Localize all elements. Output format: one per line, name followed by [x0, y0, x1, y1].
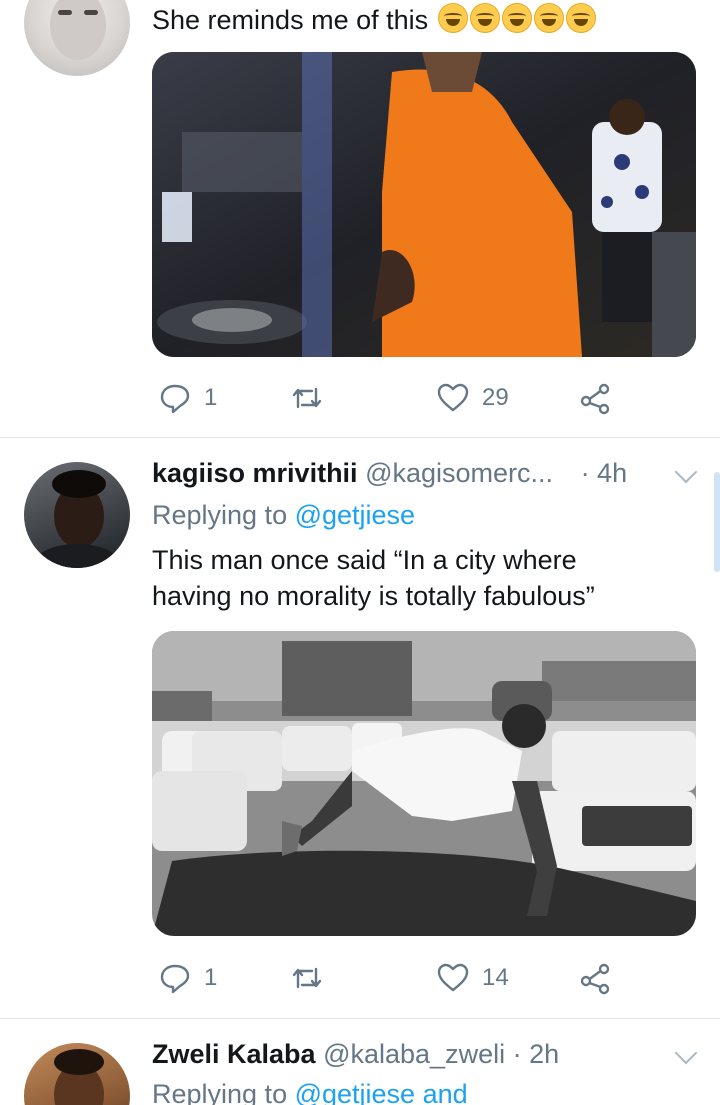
reply-button[interactable]: 1: [158, 378, 217, 418]
author-name[interactable]: kagiiso mrivithii: [152, 458, 358, 488]
author-name[interactable]: Zweli Kalaba: [152, 1039, 316, 1069]
chevron-down-icon[interactable]: [674, 460, 698, 484]
tweet-header: Zweli Kalaba @kalaba_zweli · 2h: [152, 1039, 559, 1070]
reply-icon: [160, 964, 190, 994]
tweet-text: This man once said “In a city where havi…: [152, 542, 595, 614]
tweet-line-1: This man once said “In a city where: [152, 545, 577, 575]
photo-taxi-rank: [152, 631, 696, 936]
replying-to: Replying to @getjiese and: [152, 1079, 468, 1105]
share-button[interactable]: [578, 378, 612, 418]
reply-count: 1: [204, 964, 218, 991]
replying-mention[interactable]: @getjiese: [295, 500, 415, 530]
tweet-actions: 1 14: [152, 958, 622, 998]
tweet-body: She reminds me of this: [152, 5, 429, 35]
tweet-text: She reminds me of this: [152, 2, 596, 38]
photo-club-scene: [152, 52, 696, 357]
retweet-button[interactable]: [290, 958, 324, 998]
like-icon: [437, 963, 469, 992]
emoji-rofl-icon: [565, 3, 596, 33]
tweet-header: kagiiso mrivithii @kagisomerc... · 4h: [152, 458, 627, 489]
retweet-icon: [292, 387, 322, 409]
emoji-rofl-icon: [501, 3, 532, 33]
author-handle[interactable]: @kalaba_zweli: [323, 1039, 505, 1069]
avatar[interactable]: [24, 462, 130, 568]
emoji-laughing-icon: [469, 3, 500, 33]
like-count: 14: [482, 964, 509, 991]
replying-mention[interactable]: @getjiese and: [295, 1079, 468, 1105]
retweet-button[interactable]: [290, 378, 324, 418]
tweet-line-2: having no morality is totally fabulous”: [152, 581, 595, 611]
tweet-1[interactable]: She reminds me of this 1 29: [0, 0, 720, 436]
share-button[interactable]: [578, 958, 612, 998]
chevron-down-icon[interactable]: [674, 1041, 698, 1065]
author-handle[interactable]: @kagisomerc...: [365, 458, 553, 488]
tweet-3[interactable]: Zweli Kalaba @kalaba_zweli · 2h Replying…: [0, 1019, 720, 1105]
share-icon: [580, 383, 610, 415]
reply-icon: [160, 384, 190, 414]
avatar[interactable]: [24, 0, 130, 76]
avatar[interactable]: [24, 1043, 130, 1105]
reply-button[interactable]: 1: [158, 958, 217, 998]
tweet-2[interactable]: kagiiso mrivithii @kagisomerc... · 4h Re…: [0, 438, 720, 1018]
like-count: 29: [482, 384, 509, 411]
timestamp: · 2h: [512, 1039, 560, 1069]
tweet-actions: 1 29: [152, 378, 622, 418]
timestamp: · 4h: [580, 458, 628, 488]
emoji-rofl-icon: [533, 3, 564, 33]
reply-count: 1: [204, 384, 218, 411]
scrollbar-thumb[interactable]: [714, 472, 720, 572]
tweet-photo[interactable]: [152, 52, 696, 357]
like-button[interactable]: 14: [436, 958, 509, 998]
emoji-laughing-icon: [437, 3, 468, 33]
tweet-photo[interactable]: [152, 631, 696, 936]
replying-prefix: Replying to: [152, 1079, 295, 1105]
replying-to: Replying to @getjiese: [152, 500, 415, 531]
like-button[interactable]: 29: [436, 378, 509, 418]
like-icon: [437, 383, 469, 412]
replying-prefix: Replying to: [152, 500, 295, 530]
retweet-icon: [292, 967, 322, 989]
share-icon: [580, 963, 610, 995]
